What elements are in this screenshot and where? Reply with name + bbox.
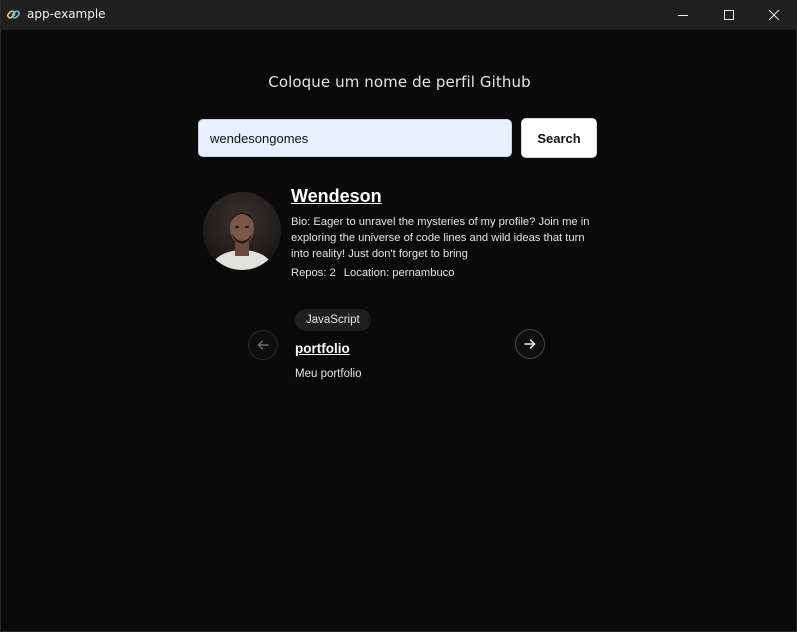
close-icon: [768, 9, 780, 21]
avatar-photo: [203, 192, 281, 270]
arrow-left-icon: [257, 340, 269, 350]
profile-bio: Bio: Eager to unravel the mysteries of m…: [291, 216, 590, 260]
arrow-right-icon: [524, 339, 536, 349]
app-window: app-example Coloque um nome de perfil Gi…: [0, 0, 797, 632]
profile-name[interactable]: Wendeson: [291, 186, 382, 207]
carousel-next-button[interactable]: [515, 329, 545, 359]
link-chain-icon: [6, 10, 21, 19]
search-input[interactable]: [198, 119, 512, 157]
repos-count: Repos: 2: [291, 267, 336, 279]
profile-location: Location: pernambuco: [343, 267, 455, 279]
language-badge: JavaScript: [295, 309, 371, 331]
close-button[interactable]: [751, 0, 797, 30]
title-bar[interactable]: app-example: [1, 0, 797, 30]
carousel-prev-button[interactable]: [248, 330, 278, 360]
repo-name-link[interactable]: portfolio: [295, 341, 350, 356]
avatar: [203, 192, 281, 270]
repo-description: Meu portfolio: [295, 368, 362, 380]
minimize-button[interactable]: [660, 0, 706, 30]
maximize-icon: [724, 10, 734, 20]
maximize-button[interactable]: [706, 0, 752, 30]
search-prompt: Coloque um nome de perfil Github: [268, 73, 531, 91]
profile-meta: Repos: 2 Location: pernambuco: [291, 267, 455, 279]
search-button[interactable]: Search: [521, 118, 597, 158]
minimize-icon: [678, 15, 688, 16]
window-title: app-example: [27, 7, 106, 21]
